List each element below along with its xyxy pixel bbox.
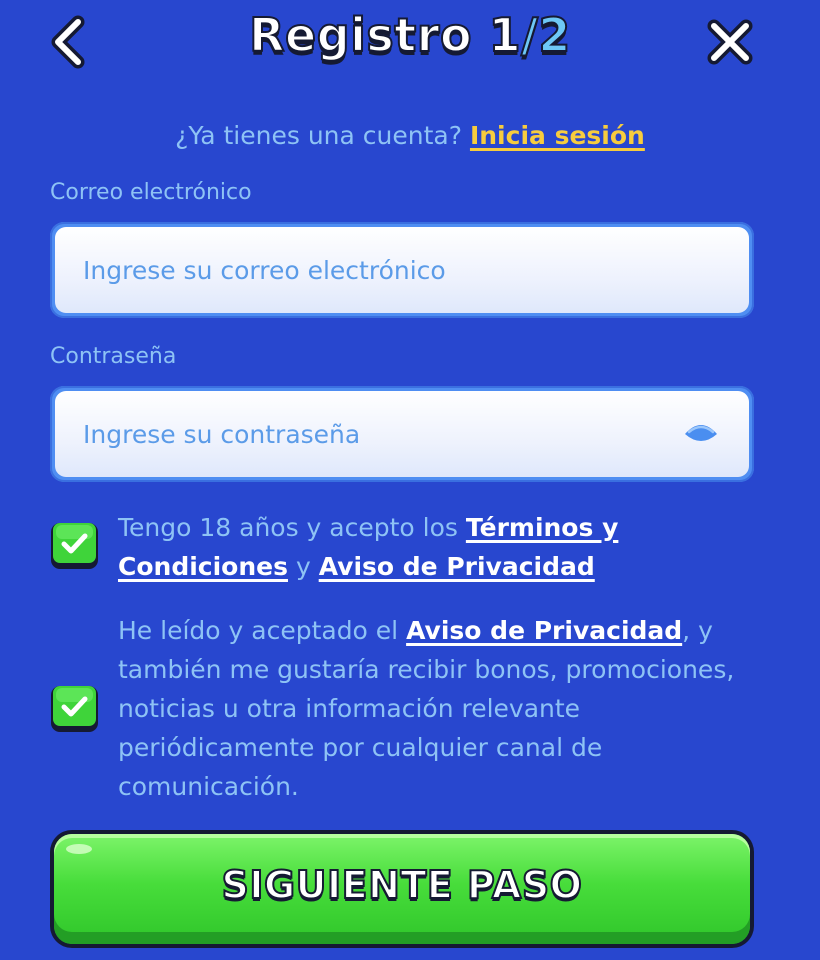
terms-checkbox[interactable] [50,520,100,570]
login-prompt: ¿Ya tienes una cuenta? Inicia sesión [0,121,820,150]
email-label: Correo electrónico [50,180,252,205]
eye-icon [685,425,717,441]
marketing-prefix: He leído y aceptado el [118,616,399,645]
marketing-checkbox[interactable] [50,683,100,733]
checkmark-icon [51,523,98,569]
password-field[interactable] [83,391,663,477]
email-field[interactable] [83,227,663,313]
login-link[interactable]: Inicia sesión [470,121,645,150]
terms-prefix: Tengo 18 años y acepto los [118,513,458,542]
title-step: Registro 1 [248,7,522,63]
marketing-text: He leído y aceptado el Aviso de Privacid… [118,611,738,806]
next-step-button-face: SIGUIENTE PASO [54,834,750,944]
next-step-button-label: SIGUIENTE PASO [220,862,583,908]
title-total: 2 [537,7,571,63]
terms-text: Tengo 18 años y acepto los Términos y Co… [118,508,738,586]
button-gloss [66,844,92,854]
privacy-link[interactable]: Aviso de Privacidad [319,552,595,581]
next-step-button[interactable]: SIGUIENTE PASO [50,830,754,948]
login-prompt-text: ¿Ya tienes una cuenta? [175,121,462,150]
password-field-frame [50,386,754,482]
close-icon [707,19,753,65]
checkmark-icon [51,686,98,732]
header: Registro 1/2 [0,0,820,90]
title-slash: / [520,7,539,63]
email-field-body [55,227,749,313]
password-field-body [55,391,749,477]
toggle-password-visibility-button[interactable] [683,418,719,450]
close-button[interactable] [704,16,756,68]
email-field-frame [50,222,754,318]
terms-joiner: y [295,552,311,581]
marketing-privacy-link[interactable]: Aviso de Privacidad [406,616,682,645]
page-title: Registro 1/2 [0,7,820,63]
password-label: Contraseña [50,344,177,369]
